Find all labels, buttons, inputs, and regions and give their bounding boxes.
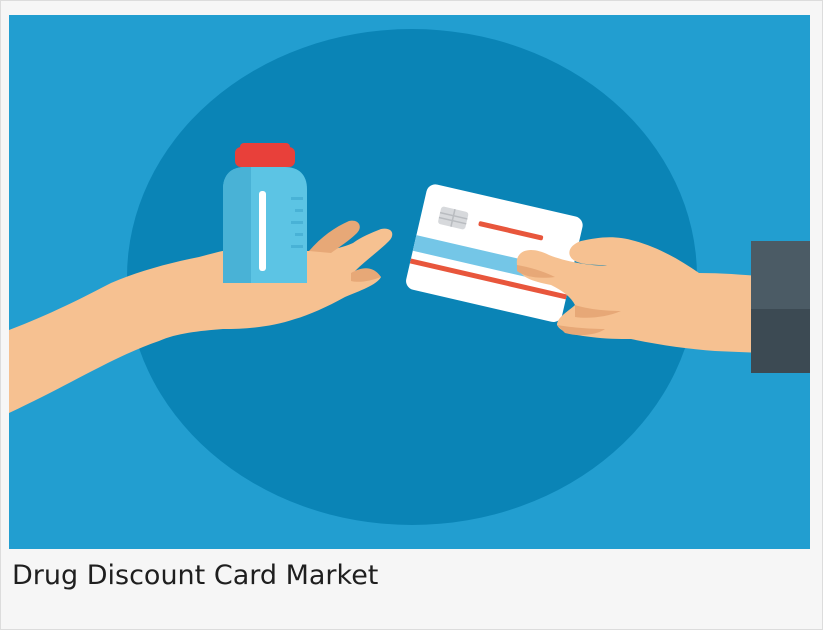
- article-card[interactable]: Drug Discount Card Market: [0, 0, 823, 630]
- bottle-cap-top: [240, 143, 290, 151]
- shirt-sleeve-shadow: [751, 309, 810, 373]
- article-thumbnail[interactable]: [9, 15, 810, 549]
- article-title[interactable]: Drug Discount Card Market: [12, 556, 378, 596]
- bottle-highlight: [259, 191, 266, 271]
- illustration: [9, 15, 810, 549]
